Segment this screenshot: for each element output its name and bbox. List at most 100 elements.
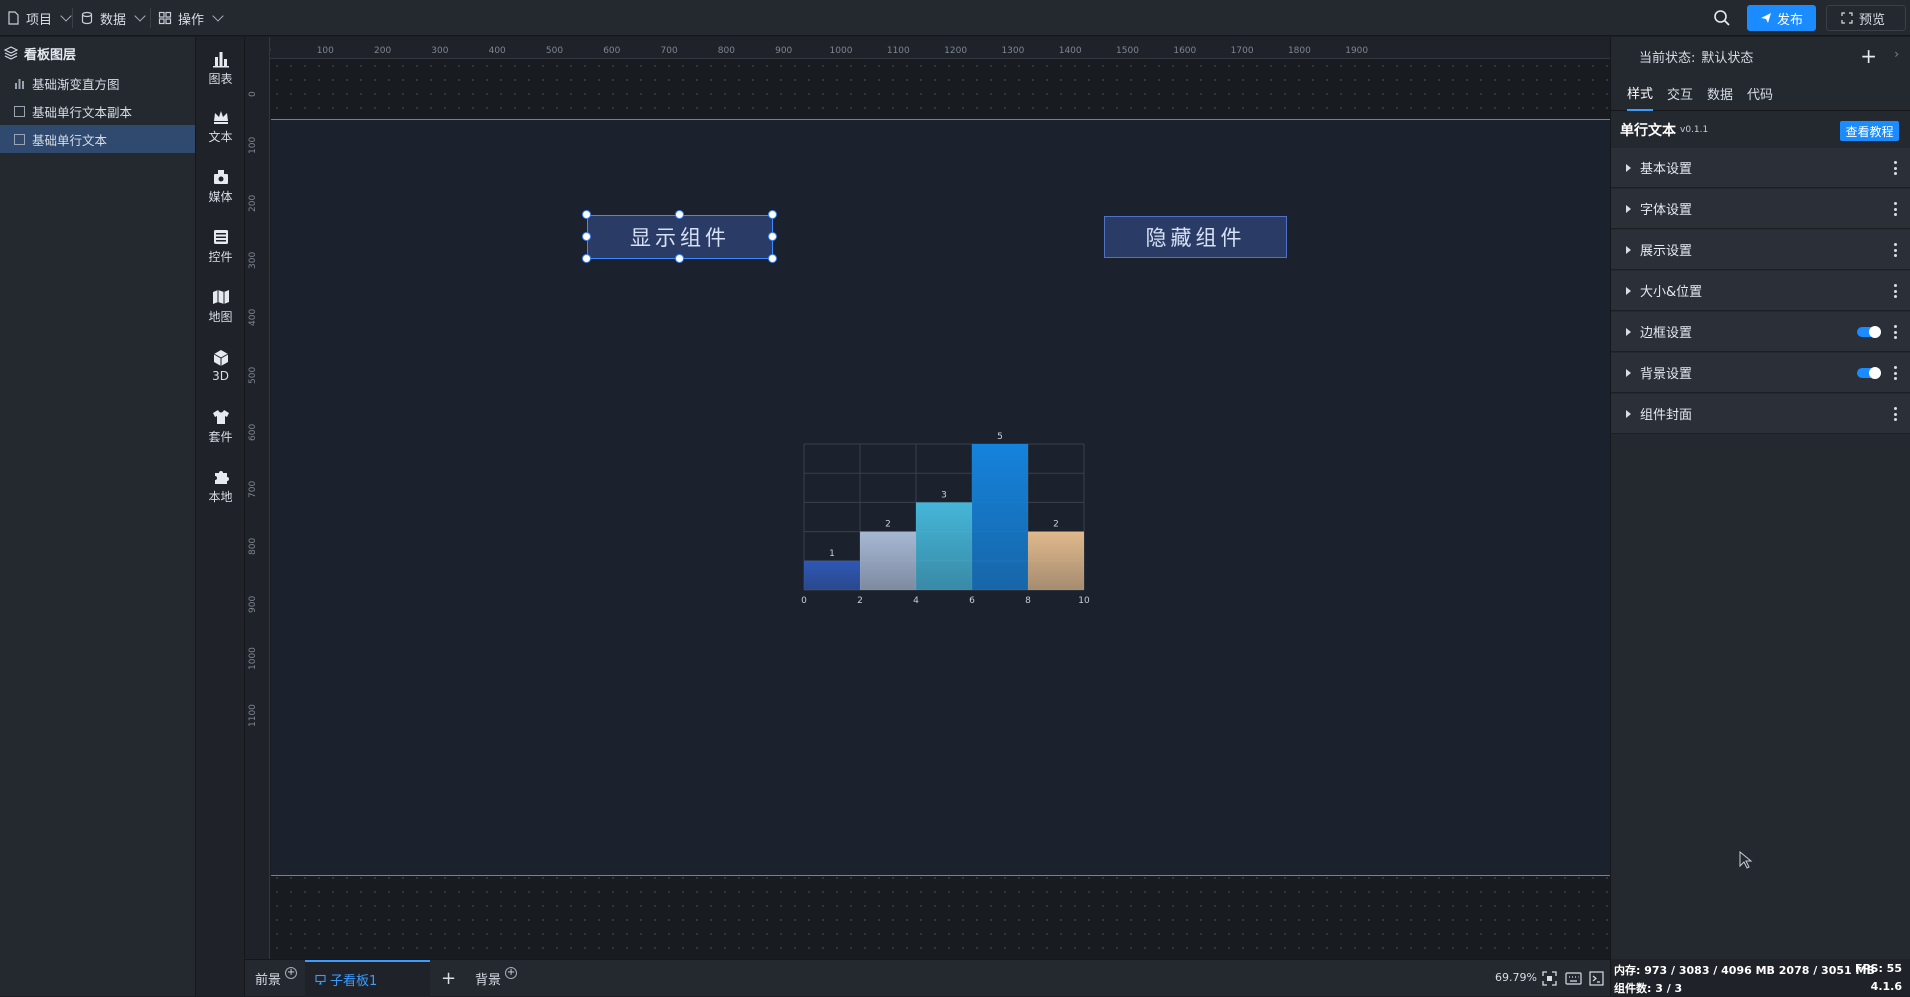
resize-handle[interactable] — [768, 232, 777, 241]
tab-foreground[interactable]: 前景 + — [255, 960, 298, 997]
tool-chart[interactable]: 图表 — [196, 43, 245, 93]
section-border-settings[interactable]: 边框设置 — [1611, 312, 1910, 352]
resize-handle[interactable] — [675, 210, 684, 219]
file-icon — [8, 11, 19, 25]
menu-operation[interactable]: 操作 — [158, 0, 224, 36]
state-value[interactable]: 默认状态 — [1701, 47, 1753, 66]
more-icon[interactable] — [1894, 202, 1897, 216]
add-circle-icon[interactable]: + — [505, 966, 518, 979]
x-tick-label: 8 — [1025, 596, 1031, 606]
tab-sub-board[interactable]: 子看板1 — [305, 960, 430, 997]
more-icon[interactable] — [1894, 161, 1897, 175]
resize-handle[interactable] — [582, 254, 591, 263]
chevron-right-icon[interactable]: › — [1894, 47, 1899, 61]
layer-item-text[interactable]: 基础单行文本 — [0, 125, 195, 153]
zoom-level[interactable]: 69.79% — [1495, 971, 1537, 984]
memory-usage: 内存: 973 / 3083 / 4096 MB 2078 / 3051 MB — [1614, 964, 1875, 977]
show-component-button[interactable]: 显示组件 — [587, 215, 773, 259]
more-icon[interactable] — [1894, 243, 1897, 257]
gradient-histogram-chart[interactable]: 1 2 3 5 2 0 2 4 6 8 10 — [790, 428, 1090, 608]
section-label: 基本设置 — [1640, 162, 1693, 177]
tab-code[interactable]: 代码 — [1747, 75, 1773, 111]
tool-local[interactable]: 本地 — [196, 461, 245, 511]
caret-right-icon — [1626, 245, 1631, 254]
ruler-tick-label: 200 — [248, 194, 258, 212]
property-tabs: 样式 交互 数据 代码 — [1611, 75, 1910, 111]
tool-media[interactable]: 媒体 — [196, 161, 245, 211]
section-background-settings[interactable]: 背景设置 — [1611, 353, 1910, 393]
histogram-bar — [916, 502, 972, 590]
terminal-icon[interactable] — [1589, 971, 1604, 986]
publish-label: 发布 — [1776, 12, 1803, 28]
caret-right-icon — [1626, 327, 1631, 336]
x-tick-label: 2 — [857, 596, 863, 606]
fit-screen-icon[interactable] — [1542, 971, 1557, 986]
search-icon[interactable] — [1713, 9, 1731, 27]
tool-map[interactable]: 地图 — [196, 281, 245, 331]
add-circle-icon[interactable]: + — [285, 966, 298, 979]
hide-component-button[interactable]: 隐藏组件 — [1104, 216, 1287, 258]
add-board-button[interactable]: + — [441, 960, 456, 997]
menu-data[interactable]: 数据 — [80, 0, 146, 36]
shirt-icon — [212, 409, 229, 424]
x-tick-label: 6 — [969, 596, 975, 606]
ruler-tick-label: 1500 — [1116, 46, 1139, 56]
tab-interaction[interactable]: 交互 — [1667, 75, 1693, 111]
map-icon — [212, 289, 229, 304]
layer-item-text-copy[interactable]: 基础单行文本副本 — [0, 97, 195, 125]
ruler-tick-label: 900 — [775, 46, 793, 56]
more-icon[interactable] — [1894, 407, 1897, 421]
component-count: 组件数: 3 / 3 — [1614, 982, 1683, 995]
top-toolbar: 项目 数据 操作 发布 预览 — [0, 0, 1910, 36]
ruler-tick-label: 600 — [248, 423, 258, 441]
tab-label: 子看板1 — [330, 974, 378, 989]
section-component-cover[interactable]: 组件封面 — [1611, 394, 1910, 434]
resize-handle[interactable] — [675, 254, 684, 263]
add-state-icon[interactable]: + — [1860, 44, 1877, 68]
state-label: 当前状态: — [1639, 50, 1696, 66]
preview-button[interactable]: 预览 — [1826, 5, 1906, 31]
hide-button-label: 隐藏组件 — [1145, 226, 1246, 250]
tab-data[interactable]: 数据 — [1707, 75, 1733, 111]
ruler-tick-label: 1000 — [248, 647, 258, 670]
ruler-tick-label: 300 — [431, 46, 449, 56]
layer-item-label: 基础单行文本 — [32, 132, 108, 148]
x-tick-label: 0 — [801, 596, 807, 606]
ruler-tick-label: 800 — [717, 46, 735, 56]
section-display-settings[interactable]: 展示设置 — [1611, 230, 1910, 270]
section-label: 大小&位置 — [1640, 285, 1703, 300]
section-size-position[interactable]: 大小&位置 — [1611, 271, 1910, 311]
resize-handle[interactable] — [582, 232, 591, 241]
section-label: 组件封面 — [1640, 408, 1693, 423]
tool-widget[interactable]: 控件 — [196, 221, 245, 271]
layer-item-histogram[interactable]: 基础渐变直方图 — [0, 69, 195, 97]
tool-text[interactable]: 文本 — [196, 101, 245, 151]
ruler-tick-label: 100 — [316, 46, 334, 56]
resize-handle[interactable] — [582, 210, 591, 219]
more-icon[interactable] — [1894, 366, 1897, 380]
resize-handle[interactable] — [768, 210, 777, 219]
menu-project[interactable]: 项目 — [6, 0, 72, 36]
more-icon[interactable] — [1894, 325, 1897, 339]
more-icon[interactable] — [1894, 284, 1897, 298]
bar-data-label: 2 — [1053, 520, 1059, 530]
border-toggle[interactable] — [1857, 326, 1881, 338]
component-version: v0.1.1 — [1680, 125, 1709, 135]
layers-title: 看板图层 — [24, 47, 77, 63]
publish-button[interactable]: 发布 — [1747, 5, 1816, 31]
background-toggle[interactable] — [1857, 367, 1881, 379]
tab-background[interactable]: 背景 + — [475, 960, 518, 997]
resize-handle[interactable] — [768, 254, 777, 263]
bar-data-label: 3 — [941, 490, 947, 500]
fullscreen-icon — [1841, 12, 1853, 24]
keyboard-icon[interactable] — [1565, 971, 1582, 986]
tab-style[interactable]: 样式 — [1627, 75, 1654, 111]
bar-chart-icon — [15, 78, 24, 89]
tool-kit[interactable]: 套件 — [196, 401, 245, 451]
section-basic-settings[interactable]: 基本设置 — [1611, 148, 1910, 188]
ruler-tick-label: 1100 — [886, 46, 910, 56]
tutorial-label: 查看教程 — [1845, 124, 1894, 139]
tool-3d[interactable]: 3D — [196, 341, 245, 391]
view-tutorial-button[interactable]: 查看教程 — [1840, 121, 1899, 141]
section-font-settings[interactable]: 字体设置 — [1611, 189, 1910, 229]
